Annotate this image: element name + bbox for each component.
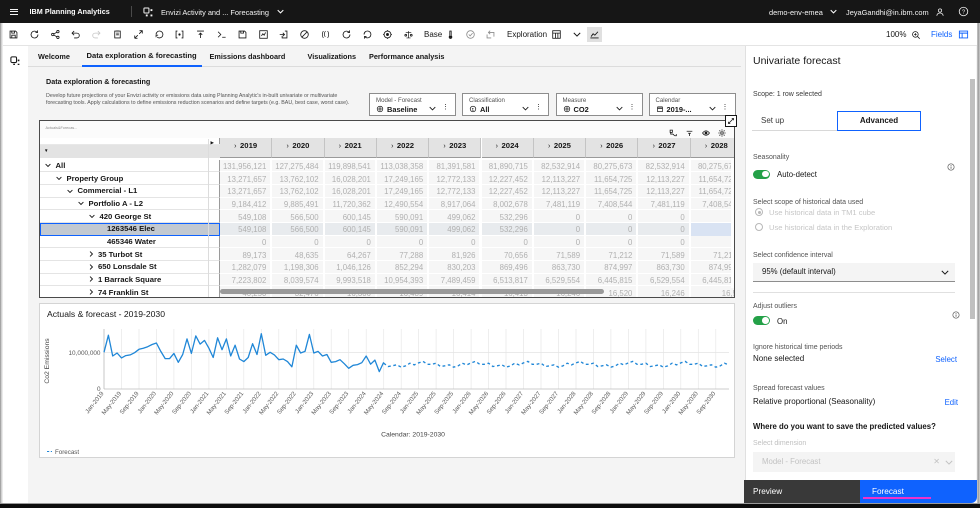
- svg-text:Calendar: 2019-2030: Calendar: 2019-2030: [381, 432, 445, 439]
- svg-text:Forecast: Forecast: [55, 449, 79, 456]
- svg-text:?: ?: [962, 10, 966, 16]
- svg-text:Co2 Emissions: Co2 Emissions: [44, 338, 51, 384]
- svg-text:10,000,000: 10,000,000: [69, 350, 101, 357]
- svg-text:Σ: Σ: [472, 107, 475, 112]
